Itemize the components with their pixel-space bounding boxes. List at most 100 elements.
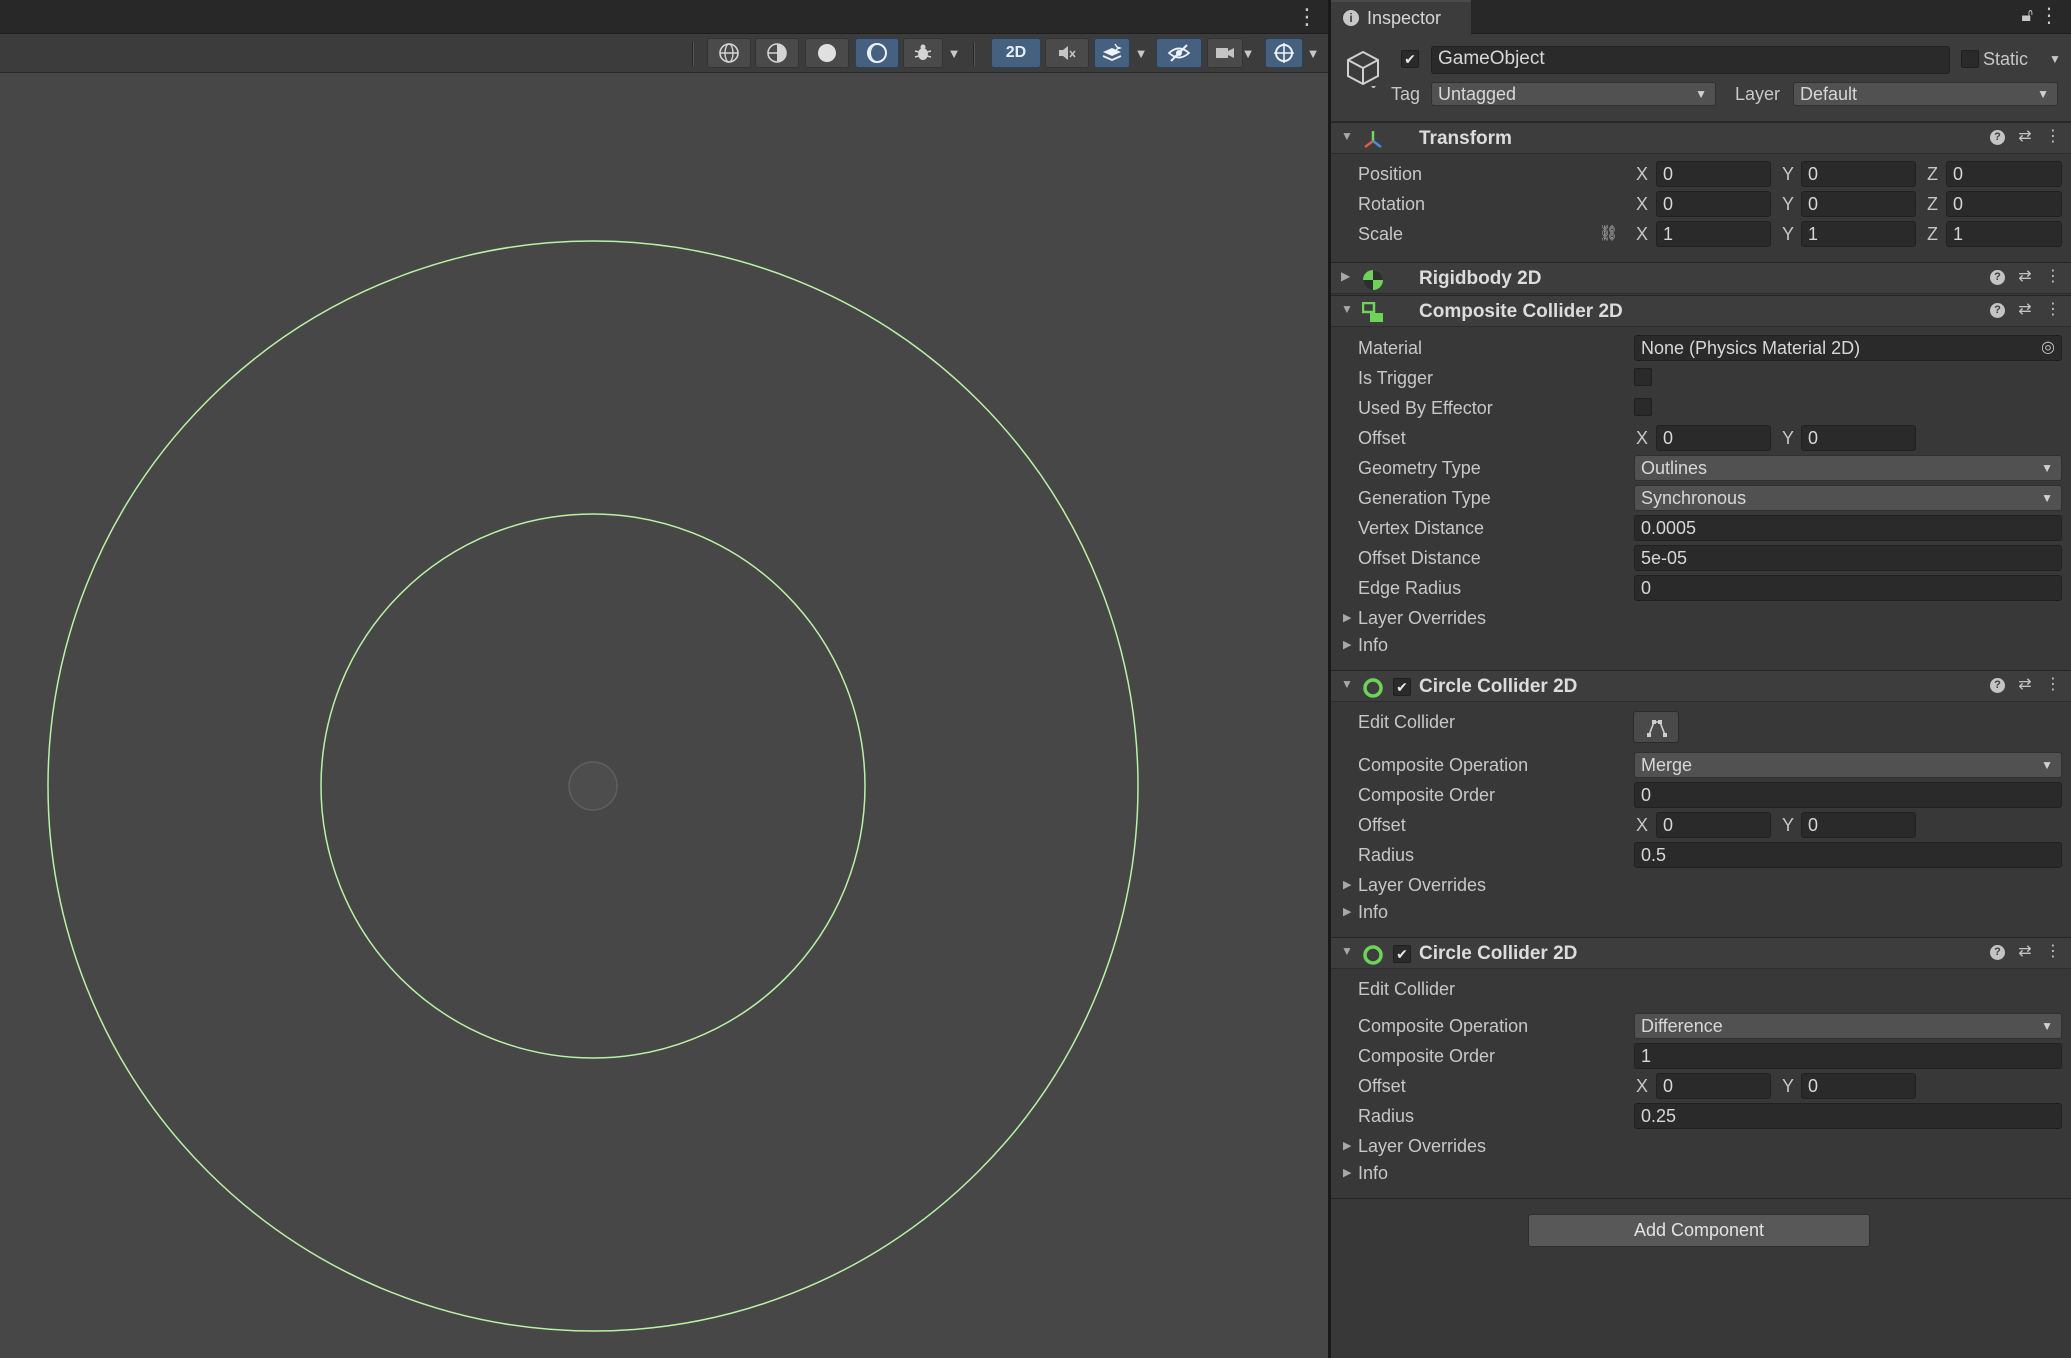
offset-x-field[interactable]: 0 [1656,1073,1771,1099]
help-icon[interactable]: ? [1990,677,2005,693]
effects-toggle-button[interactable] [1094,38,1130,68]
used-by-effector-checkbox[interactable] [1634,398,1652,416]
presets-sliders-icon[interactable]: ⇄ [2017,269,2033,285]
tag-dropdown[interactable]: Untagged ▼ [1431,82,1716,106]
is-trigger-row: Is Trigger [1331,363,2071,393]
composite-order-field[interactable]: 1 [1634,1043,2062,1069]
foldout-expanded-icon[interactable]: ▼ [1341,129,1353,143]
toggle-2d-button[interactable]: 2D [991,38,1041,68]
info-foldout[interactable]: ▶ Info [1331,897,2071,927]
edit-collider-icon [1647,720,1667,737]
info-foldout[interactable]: ▶ Info [1331,630,2071,660]
radius-field[interactable]: 0.25 [1634,1103,2062,1129]
help-icon[interactable]: ? [1990,269,2005,285]
solid-sphere-icon [818,44,836,62]
scale-y-field[interactable]: 1 [1801,221,1916,247]
draw-mode-dropdown-chevron-icon[interactable]: ▼ [943,38,965,68]
axis-y-label: Y [1782,1076,1795,1096]
unlit-shading-button[interactable] [855,38,899,68]
layer-overrides-foldout[interactable]: ▶ Layer Overrides [1331,603,2071,633]
scene-viewport[interactable] [0,74,1328,1358]
offset-y-field[interactable]: 0 [1801,425,1916,451]
static-dropdown-chevron-icon[interactable]: ▼ [2049,52,2061,66]
circle-collider-2d-header[interactable]: ▼ ✔ Circle Collider 2D ? ⇄ ⋮ [1331,937,2071,969]
effects-dropdown-chevron-icon[interactable]: ▼ [1130,38,1152,68]
position-x-field[interactable]: 0 [1656,161,1771,187]
debug-draw-mode-button[interactable] [903,38,943,68]
foldout-expanded-icon[interactable]: ▼ [1341,944,1353,958]
constrain-proportions-link-icon[interactable]: ⛓︎ [1599,224,1618,242]
offset-x-field[interactable]: 0 [1656,425,1771,451]
foldout-expanded-icon[interactable]: ▼ [1341,677,1353,691]
radius-field[interactable]: 0.5 [1634,842,2062,868]
scale-z-field[interactable]: 1 [1946,221,2062,247]
position-y-field[interactable]: 0 [1801,161,1916,187]
scene-visibility-button[interactable] [1156,38,1202,68]
composite-operation-dropdown[interactable]: Difference ▼ [1634,1013,2062,1039]
presets-sliders-icon[interactable]: ⇄ [2017,129,2033,145]
foldout-expanded-icon[interactable]: ▼ [1341,302,1353,316]
help-icon[interactable]: ? [1990,944,2005,960]
static-checkbox[interactable] [1961,50,1979,68]
radius-row: Radius 0.25 [1331,1101,2071,1131]
audio-toggle-button[interactable] [1045,38,1089,68]
foldout-collapsed-icon[interactable]: ▶ [1341,269,1350,283]
circle-collider-2d-header[interactable]: ▼ ✔ Circle Collider 2D ? ⇄ ⋮ [1331,670,2071,702]
component-menu-icon[interactable]: ⋮ [2045,944,2061,960]
gizmos-button[interactable] [1265,38,1303,68]
help-icon[interactable]: ? [1990,302,2005,318]
presets-sliders-icon[interactable]: ⇄ [2017,302,2033,318]
inspector-menu-icon[interactable]: ⋮ [2039,3,2059,28]
component-menu-icon[interactable]: ⋮ [2045,302,2061,318]
scene-panel-menu-icon[interactable]: ⋮ [1296,4,1318,30]
offset-distance-field[interactable]: 5e-05 [1634,545,2062,571]
component-menu-icon[interactable]: ⋮ [2045,677,2061,693]
material-object-field[interactable]: None (Physics Material 2D) ◎ [1634,335,2062,361]
shaded-wireframe-button[interactable] [755,38,799,68]
chevron-down-icon: ▼ [2041,491,2053,505]
geometry-type-dropdown[interactable]: Outlines ▼ [1634,455,2062,481]
lock-icon[interactable]: 🔓︎ [2021,5,2033,26]
offset-x-field[interactable]: 0 [1656,812,1771,838]
rotation-y-field[interactable]: 0 [1801,191,1916,217]
is-trigger-checkbox[interactable] [1634,368,1652,386]
edge-radius-field[interactable]: 0 [1634,575,2062,601]
toolbar-separator [973,42,975,66]
help-icon[interactable]: ? [1990,129,2005,145]
presets-sliders-icon[interactable]: ⇄ [2017,944,2033,960]
position-z-field[interactable]: 0 [1946,161,2062,187]
presets-sliders-icon[interactable]: ⇄ [2017,677,2033,693]
rotation-x-field[interactable]: 0 [1656,191,1771,217]
composite-operation-dropdown[interactable]: Merge ▼ [1634,752,2062,778]
layer-dropdown[interactable]: Default ▼ [1793,82,2058,106]
gameobject-active-checkbox[interactable]: ✔ [1401,50,1419,68]
camera-dropdown-chevron-icon[interactable]: ▼ [1237,38,1259,68]
vertex-distance-field[interactable]: 0.0005 [1634,515,2062,541]
wireframe-shading-button[interactable] [707,38,751,68]
offset-y-field[interactable]: 0 [1801,1073,1916,1099]
rigidbody-2d-header[interactable]: ▶ Rigidbody 2D ? ⇄ ⋮ [1331,262,2071,294]
offset-y-field[interactable]: 0 [1801,812,1916,838]
edit-collider-button[interactable] [1633,711,1679,743]
component-enabled-checkbox[interactable]: ✔ [1393,678,1411,696]
info-foldout[interactable]: ▶ Info [1331,1158,2071,1188]
transform-header[interactable]: ▼ Transform ? ⇄ ⋮ [1331,122,2071,154]
composite-collider-2d-header[interactable]: ▼ Composite Collider 2D ? ⇄ ⋮ [1331,295,2071,327]
shaded-button[interactable] [805,38,849,68]
gizmos-dropdown-chevron-icon[interactable]: ▼ [1302,38,1324,68]
generation-type-dropdown[interactable]: Synchronous ▼ [1634,485,2062,511]
layer-overrides-foldout[interactable]: ▶ Layer Overrides [1331,1131,2071,1161]
layer-overrides-foldout[interactable]: ▶ Layer Overrides [1331,870,2071,900]
composite-order-field[interactable]: 0 [1634,782,2062,808]
rotation-z-field[interactable]: 0 [1946,191,2062,217]
tab-inspector[interactable]: i Inspector [1331,0,1471,34]
object-picker-target-icon[interactable]: ◎ [2041,336,2055,360]
add-component-button[interactable]: Add Component [1528,1214,1870,1247]
component-menu-icon[interactable]: ⋮ [2045,269,2061,285]
gameobject-cube-icon[interactable] [1343,48,1383,88]
gameobject-name-field[interactable]: GameObject [1431,46,1950,74]
component-enabled-checkbox[interactable]: ✔ [1393,945,1411,963]
transform-pivot-handle[interactable] [568,761,618,811]
scale-x-field[interactable]: 1 [1656,221,1771,247]
component-menu-icon[interactable]: ⋮ [2045,129,2061,145]
